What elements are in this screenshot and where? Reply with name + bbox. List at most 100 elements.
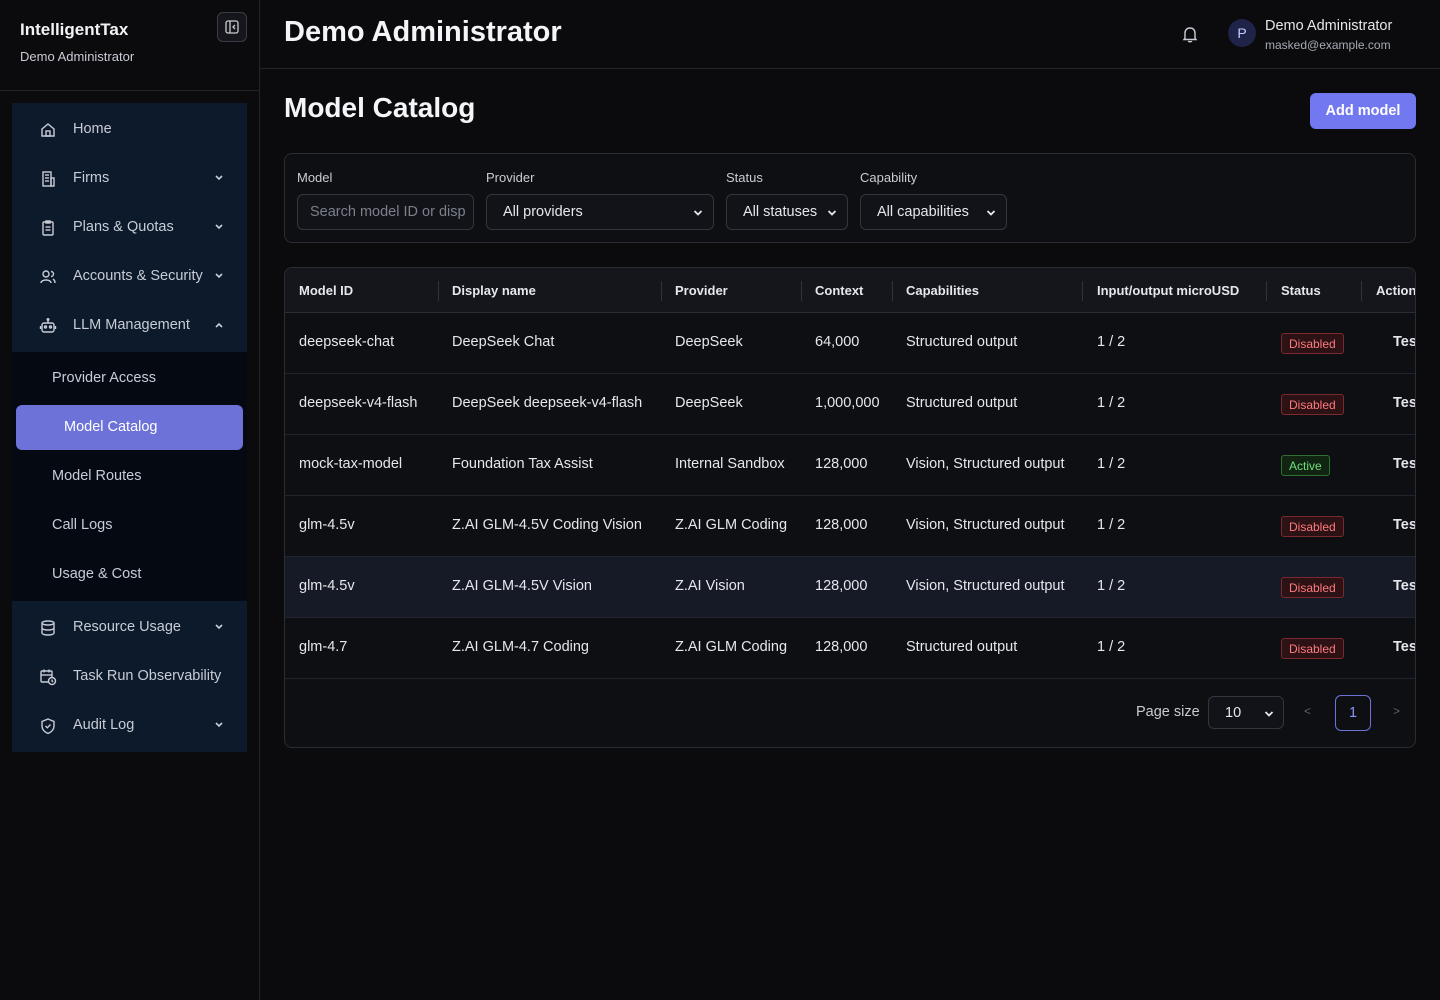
sidebar-item-accounts-security[interactable]: Accounts & Security xyxy=(12,254,247,298)
add-model-button[interactable]: Add model xyxy=(1310,93,1416,129)
clipboard-icon xyxy=(42,220,54,236)
chevron-down-icon xyxy=(215,273,223,279)
sidebar-divider xyxy=(0,90,259,91)
status-badge: Disabled xyxy=(1281,638,1344,659)
page-size-select[interactable]: 10 xyxy=(1208,696,1284,729)
cell-context: 128,000 xyxy=(815,456,868,472)
column-header-display-name[interactable]: Display name xyxy=(452,283,536,298)
model-filter-label: Model xyxy=(297,170,333,185)
cell-input-output: 1 / 2 xyxy=(1097,334,1126,350)
sidebar-subitem-model-routes[interactable]: Model Routes xyxy=(52,468,141,484)
chevron-up-icon xyxy=(215,322,223,328)
sidebar-collapse-icon xyxy=(225,20,239,34)
status-badge: Disabled xyxy=(1281,577,1344,598)
cell-context: 128,000 xyxy=(815,578,868,594)
sidebar-item-plans-quotas[interactable]: Plans & Quotas xyxy=(12,205,247,249)
cell-provider: Z.AI Vision xyxy=(675,578,745,594)
chevron-down-icon xyxy=(215,722,223,728)
brand-name: IntelligentTax xyxy=(20,20,129,39)
sidebar-item-home[interactable]: Home xyxy=(12,107,247,151)
column-divider xyxy=(892,281,893,301)
column-divider xyxy=(801,281,802,301)
robot-icon xyxy=(39,318,57,333)
column-divider xyxy=(1266,281,1267,301)
chevron-down-icon xyxy=(215,175,223,181)
cell-capabilities: Vision, Structured output xyxy=(906,517,1065,533)
sidebar-subitem-call-logs[interactable]: Call Logs xyxy=(52,517,112,533)
column-header-model-id[interactable]: Model ID xyxy=(299,283,353,298)
status-badge: Disabled xyxy=(1281,333,1344,354)
test-action-link[interactable]: Tes xyxy=(1393,578,1415,594)
model-search-input[interactable]: Search model ID or disp xyxy=(297,194,474,230)
column-header-status[interactable]: Status xyxy=(1281,283,1321,298)
cell-capabilities: Structured output xyxy=(906,334,1018,350)
home-icon xyxy=(41,123,55,137)
sidebar: IntelligentTax Demo Administrator Home F… xyxy=(0,0,260,1000)
status-filter-label: Status xyxy=(726,170,763,185)
database-icon xyxy=(41,620,55,636)
sidebar-subitem-usage-cost[interactable]: Usage & Cost xyxy=(52,566,141,582)
table-row[interactable]: mock-tax-model Foundation Tax Assist Int… xyxy=(285,435,1415,496)
test-action-link[interactable]: Tes xyxy=(1393,639,1415,655)
cell-display-name: Z.AI GLM-4.5V Coding Vision xyxy=(452,517,642,533)
table-row[interactable]: deepseek-chat DeepSeek Chat DeepSeek 64,… xyxy=(285,313,1415,374)
column-header-context[interactable]: Context xyxy=(815,283,863,298)
column-header-provider[interactable]: Provider xyxy=(675,283,728,298)
collapse-sidebar-button[interactable] xyxy=(217,12,247,42)
sidebar-item-label: LLM Management xyxy=(73,317,190,333)
cell-model-id: deepseek-chat xyxy=(299,334,395,350)
sidebar-subitem-provider-access[interactable]: Provider Access xyxy=(52,370,156,386)
cell-input-output: 1 / 2 xyxy=(1097,578,1126,594)
sidebar-item-audit-log[interactable]: Audit Log xyxy=(12,703,247,747)
calendar-clock-icon xyxy=(40,669,57,686)
top-bar: Demo Administrator P Demo Administrator … xyxy=(260,0,1440,69)
sidebar-item-task-run-observability[interactable]: Task Run Observability xyxy=(12,654,247,698)
sidebar-item-llm-management[interactable]: LLM Management xyxy=(12,303,247,347)
prev-page-button[interactable]: < xyxy=(1304,704,1311,718)
cell-context: 64,000 xyxy=(815,334,860,350)
test-action-link[interactable]: Tes xyxy=(1393,517,1415,533)
sidebar-item-label: Plans & Quotas xyxy=(73,219,174,235)
table-row[interactable]: glm-4.5v Z.AI GLM-4.5V Vision Z.AI Visio… xyxy=(285,557,1415,618)
cell-capabilities: Structured output xyxy=(906,639,1018,655)
cell-capabilities: Vision, Structured output xyxy=(906,456,1065,472)
next-page-button[interactable]: > xyxy=(1393,704,1400,718)
column-header-action[interactable]: Action xyxy=(1376,283,1415,298)
test-action-link[interactable]: Tes xyxy=(1393,334,1415,350)
capability-select[interactable]: All capabilities xyxy=(860,194,1007,230)
status-badge: Active xyxy=(1281,455,1330,476)
nav-group-main: Home Firms Plans & Quotas Accounts & Sec… xyxy=(12,103,247,352)
header-title: Demo Administrator xyxy=(284,16,562,48)
table-row[interactable]: glm-4.7 Z.AI GLM-4.7 Coding Z.AI GLM Cod… xyxy=(285,618,1415,679)
test-action-link[interactable]: Tes xyxy=(1393,456,1415,472)
cell-model-id: glm-4.7 xyxy=(299,639,348,655)
user-name[interactable]: Demo Administrator xyxy=(1265,18,1392,34)
sidebar-item-firms[interactable]: Firms xyxy=(12,156,247,200)
cell-context: 128,000 xyxy=(815,517,868,533)
status-badge: Disabled xyxy=(1281,516,1344,537)
table-row[interactable]: deepseek-v4-flash DeepSeek deepseek-v4-f… xyxy=(285,374,1415,435)
cell-provider: DeepSeek xyxy=(675,334,743,350)
cell-display-name: Z.AI GLM-4.5V Vision xyxy=(452,578,592,594)
cell-display-name: Z.AI GLM-4.7 Coding xyxy=(452,639,589,655)
avatar[interactable]: P xyxy=(1228,19,1256,47)
chevron-down-icon xyxy=(693,210,703,216)
column-divider xyxy=(1361,281,1362,301)
capability-filter-label: Capability xyxy=(860,170,918,185)
status-select[interactable]: All statuses xyxy=(726,194,848,230)
sidebar-subitem-model-catalog[interactable]: Model Catalog xyxy=(16,405,243,450)
sidebar-item-label: Resource Usage xyxy=(73,619,181,635)
cell-input-output: 1 / 2 xyxy=(1097,517,1126,533)
cell-model-id: deepseek-v4-flash xyxy=(299,395,418,411)
column-header-capabilities[interactable]: Capabilities xyxy=(906,283,979,298)
test-action-link[interactable]: Tes xyxy=(1393,395,1415,411)
table-row[interactable]: glm-4.5v Z.AI GLM-4.5V Coding Vision Z.A… xyxy=(285,496,1415,557)
bell-icon[interactable] xyxy=(1180,24,1200,44)
status-badge: Disabled xyxy=(1281,394,1344,415)
column-header-input-output[interactable]: Input/output microUSD xyxy=(1097,283,1239,298)
cell-provider: DeepSeek xyxy=(675,395,743,411)
cell-model-id: glm-4.5v xyxy=(299,578,355,594)
provider-select[interactable]: All providers xyxy=(486,194,714,230)
sidebar-item-resource-usage[interactable]: Resource Usage xyxy=(12,605,247,649)
page-1-button[interactable]: 1 xyxy=(1335,695,1371,731)
